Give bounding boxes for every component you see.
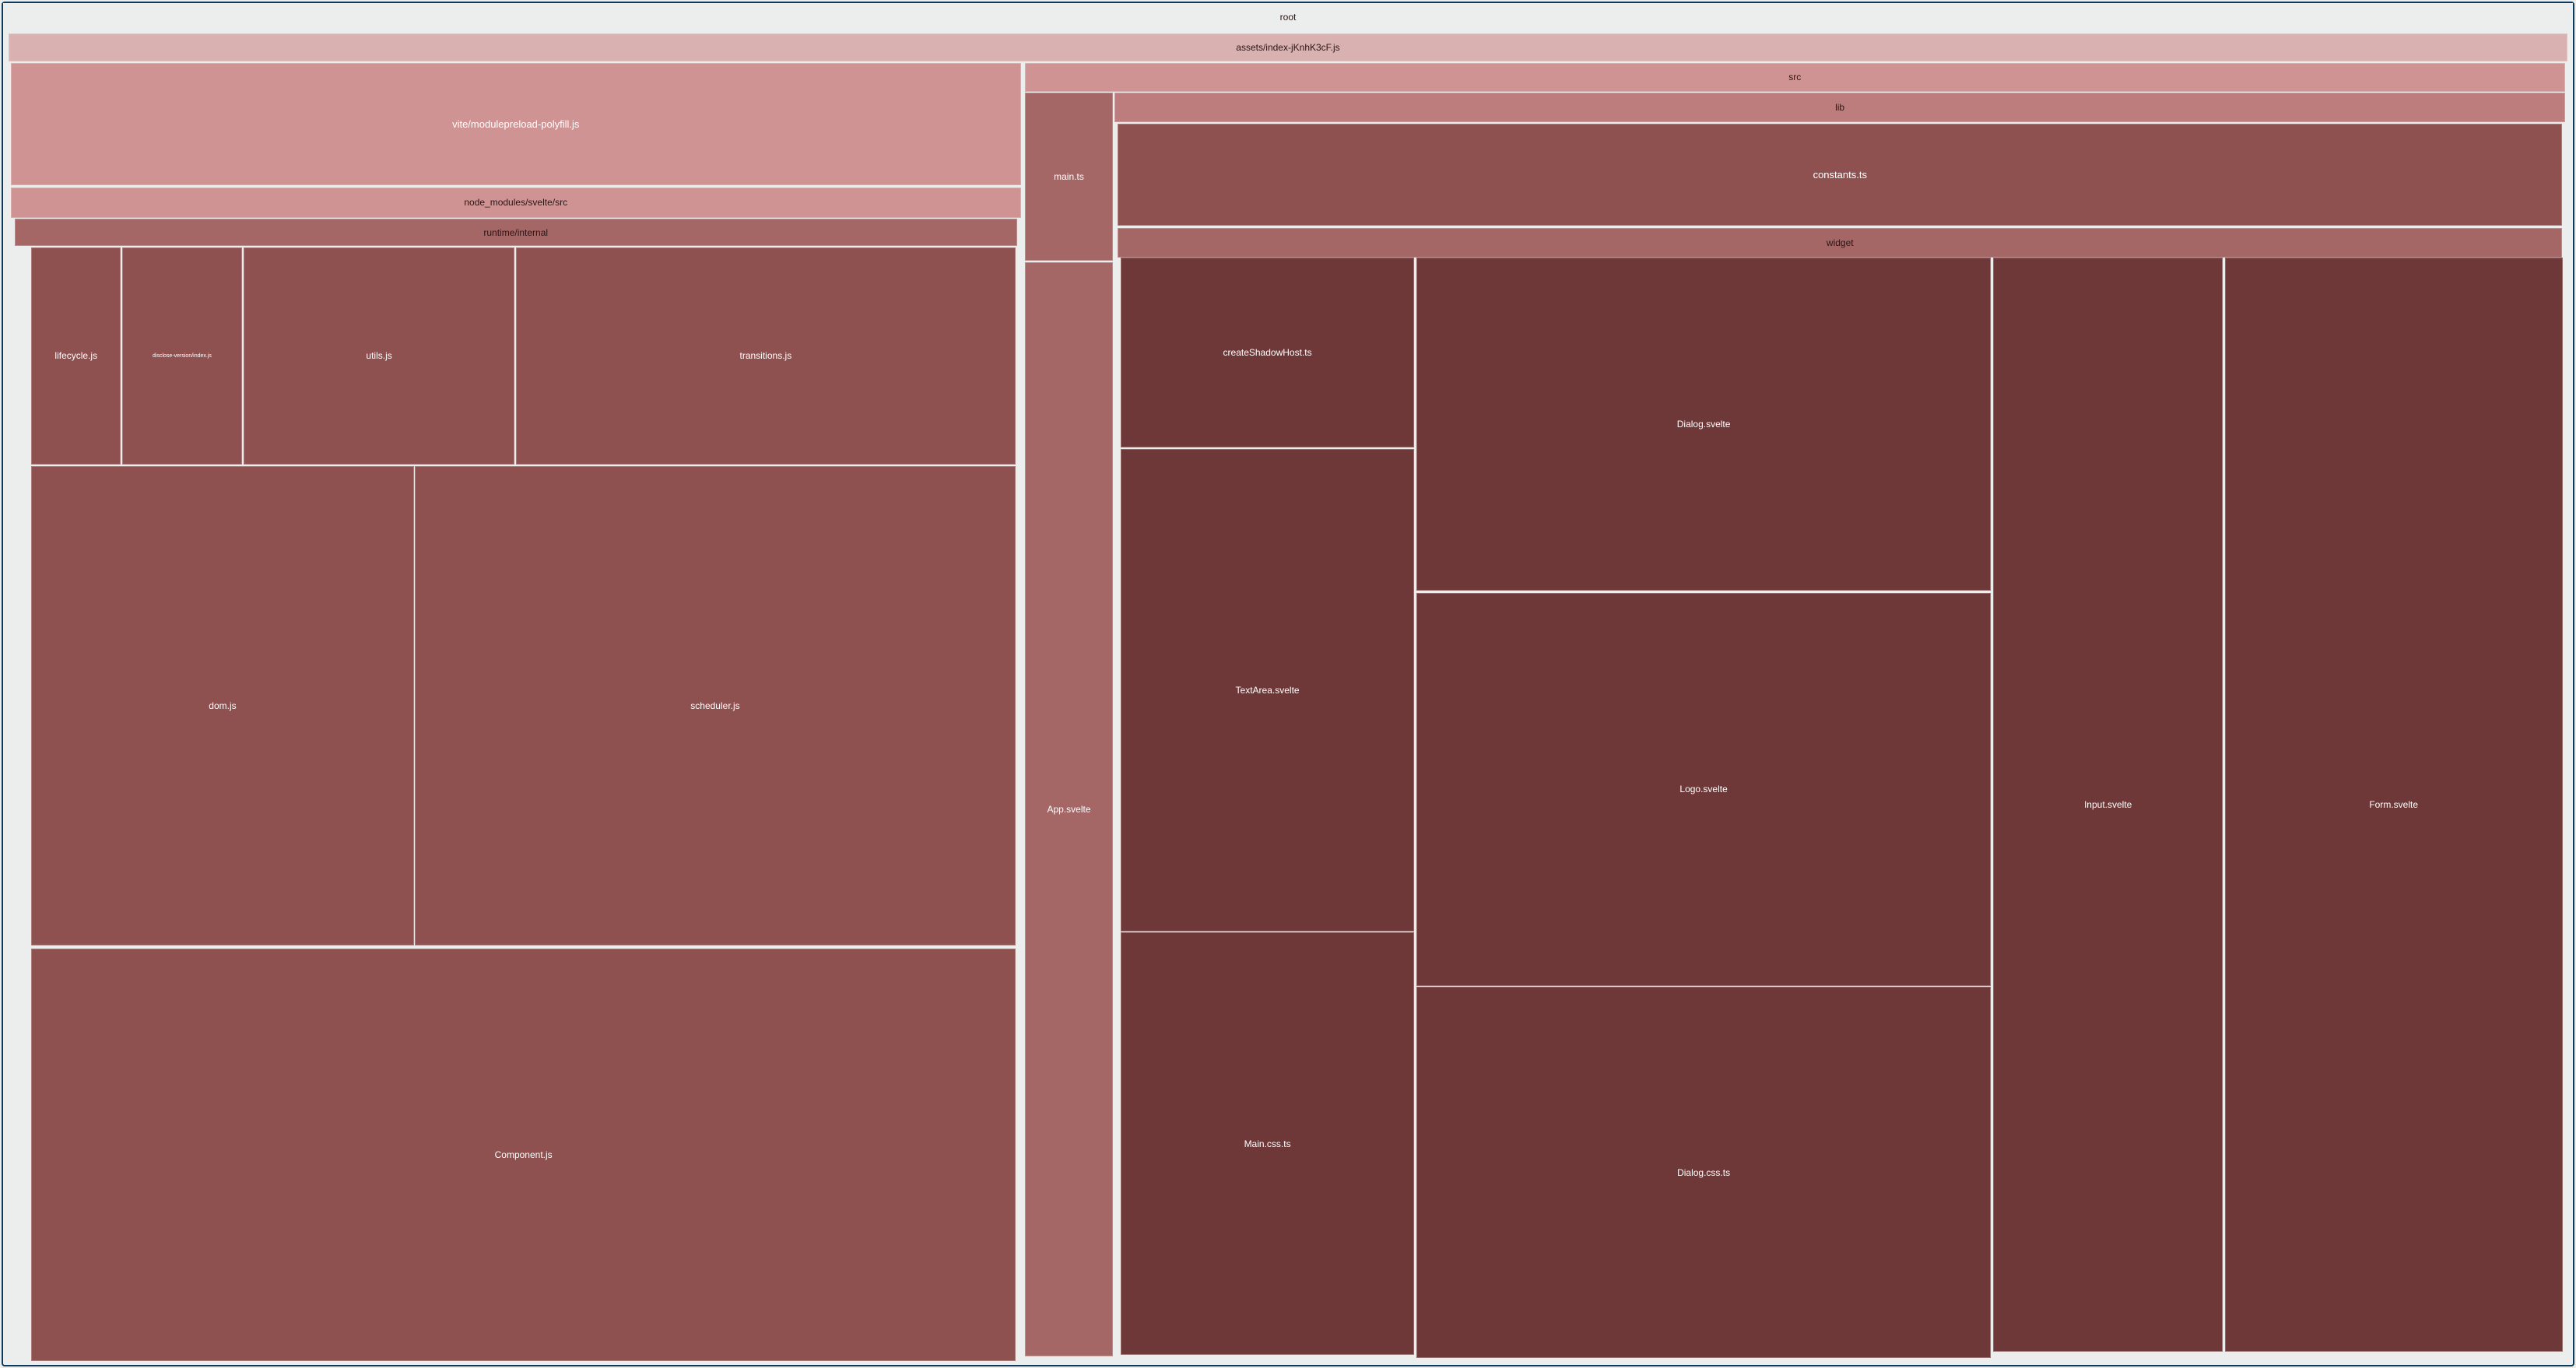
node-vite-polyfill-label: vite/modulepreload-polyfill.js xyxy=(452,118,579,130)
node-runtime-header[interactable]: runtime/internal xyxy=(15,219,1017,246)
node-createshadowhost[interactable]: createShadowHost.ts xyxy=(1121,258,1413,447)
node-src-label: src xyxy=(1788,72,1801,82)
node-textarea[interactable]: TextArea.svelte xyxy=(1121,449,1413,931)
node-dom[interactable]: dom.js xyxy=(31,466,413,945)
node-widget-header[interactable]: widget xyxy=(1118,228,2562,258)
node-utils[interactable]: utils.js xyxy=(244,247,515,465)
node-widget-label: widget xyxy=(1827,237,1854,248)
node-root-label: root xyxy=(1280,12,1297,23)
node-constants[interactable]: constants.ts xyxy=(1118,124,2562,226)
node-nm-header[interactable]: node_modules/svelte/src xyxy=(11,188,1021,218)
node-disclose-label: disclose-version/index.js xyxy=(153,353,212,359)
node-app[interactable]: App.svelte xyxy=(1025,262,1114,1356)
node-assets-header[interactable]: assets/index-jKnhK3cF.js xyxy=(9,33,2568,62)
node-dialogcss[interactable]: Dialog.css.ts xyxy=(1416,987,1991,1358)
node-main-label: main.ts xyxy=(1054,171,1084,182)
node-maincss[interactable]: Main.css.ts xyxy=(1121,932,1413,1355)
node-dialog-label: Dialog.svelte xyxy=(1677,419,1731,430)
node-transitions[interactable]: transitions.js xyxy=(516,247,1016,465)
node-vite-polyfill[interactable]: vite/modulepreload-polyfill.js xyxy=(11,63,1021,185)
node-maincss-label: Main.css.ts xyxy=(1244,1138,1291,1149)
node-assets-label: assets/index-jKnhK3cF.js xyxy=(1236,42,1339,53)
node-transitions-label: transitions.js xyxy=(740,350,792,361)
node-app-label: App.svelte xyxy=(1047,804,1090,815)
node-input[interactable]: Input.svelte xyxy=(1993,258,2223,1351)
node-component-label: Component.js xyxy=(495,1149,553,1160)
node-logo-label: Logo.svelte xyxy=(1679,784,1727,794)
node-runtime-label: runtime/internal xyxy=(483,227,548,238)
node-dialogcss-label: Dialog.css.ts xyxy=(1677,1167,1730,1178)
node-lib-header[interactable]: lib xyxy=(1114,93,2565,123)
node-disclose[interactable]: disclose-version/index.js xyxy=(122,247,243,465)
node-form-label: Form.svelte xyxy=(2369,799,2418,810)
node-logo[interactable]: Logo.svelte xyxy=(1416,593,1991,986)
treemap-canvas: root assets/index-jKnhK3cF.js vite/modul… xyxy=(2,2,2574,1366)
node-scheduler[interactable]: scheduler.js xyxy=(415,466,1016,945)
node-dom-label: dom.js xyxy=(209,700,236,711)
node-component[interactable]: Component.js xyxy=(31,949,1016,1361)
node-form[interactable]: Form.svelte xyxy=(2225,258,2563,1351)
node-lifecycle-label: lifecycle.js xyxy=(54,350,97,361)
node-src-header[interactable]: src xyxy=(1025,63,2566,92)
node-scheduler-label: scheduler.js xyxy=(690,700,739,711)
node-createshadowhost-label: createShadowHost.ts xyxy=(1223,347,1312,358)
node-input-label: Input.svelte xyxy=(2084,799,2132,810)
node-nm-label: node_modules/svelte/src xyxy=(464,197,567,208)
node-lib-label: lib xyxy=(1835,102,1844,113)
node-dialog[interactable]: Dialog.svelte xyxy=(1416,258,1991,591)
node-utils-label: utils.js xyxy=(366,350,391,361)
node-textarea-label: TextArea.svelte xyxy=(1236,685,1300,696)
node-main[interactable]: main.ts xyxy=(1025,93,1114,261)
node-constants-label: constants.ts xyxy=(1813,169,1867,181)
node-root-header[interactable]: root xyxy=(3,3,2573,30)
node-lifecycle[interactable]: lifecycle.js xyxy=(31,247,121,465)
